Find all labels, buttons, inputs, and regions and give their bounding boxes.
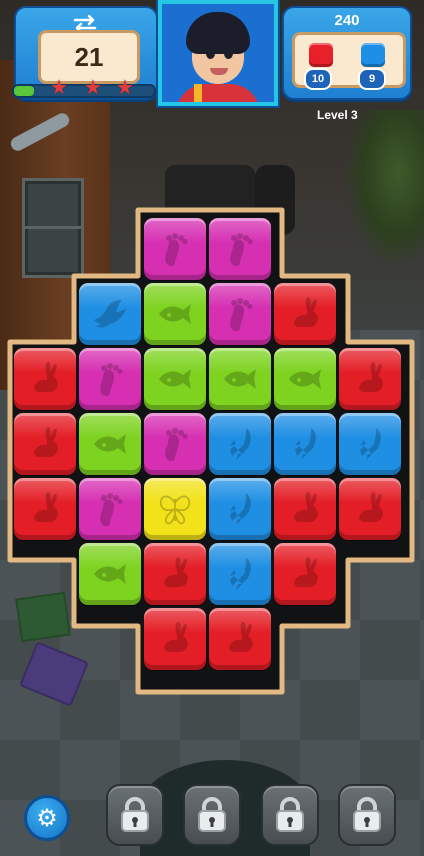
fish-icon	[159, 304, 191, 324]
rabbit-icon	[229, 622, 253, 652]
pink-footprint-tile[interactable]	[79, 348, 141, 410]
footprint-icon	[100, 363, 123, 397]
footprint-icon	[100, 493, 123, 527]
footprint-icon	[230, 298, 253, 332]
red-rabbit-tile[interactable]	[14, 478, 76, 540]
red-rabbit-tile[interactable]	[339, 348, 401, 410]
locked-booster-slot[interactable]	[261, 784, 319, 846]
green-fish-tile[interactable]	[79, 543, 141, 605]
padlock-icon	[198, 797, 226, 832]
settings-button[interactable]: ⚙	[24, 795, 70, 841]
rabbit-icon	[294, 492, 318, 522]
blue-rocket-tile[interactable]	[274, 413, 336, 475]
footprint-icon	[165, 233, 188, 267]
fish-icon	[94, 434, 126, 454]
rabbit-icon	[164, 557, 188, 587]
rocket-icon	[230, 493, 251, 525]
rabbit-icon	[34, 362, 58, 392]
butterfly-icon	[159, 495, 191, 525]
blue-bird-tile[interactable]	[79, 283, 141, 345]
green-fish-tile[interactable]	[274, 348, 336, 410]
rocket-icon	[360, 428, 381, 460]
rabbit-icon	[294, 557, 318, 587]
gear-icon: ⚙	[36, 804, 58, 832]
locked-booster-slot[interactable]	[106, 784, 164, 846]
red-rabbit-tile[interactable]	[14, 413, 76, 475]
green-fish-tile[interactable]	[209, 348, 271, 410]
rabbit-icon	[359, 362, 383, 392]
rabbit-icon	[164, 622, 188, 652]
bird-icon	[94, 300, 126, 328]
red-rabbit-tile[interactable]	[274, 543, 336, 605]
red-rabbit-tile[interactable]	[14, 348, 76, 410]
padlock-icon	[353, 797, 381, 832]
pink-footprint-tile[interactable]	[79, 478, 141, 540]
blue-rocket-tile[interactable]	[209, 543, 271, 605]
blue-rocket-tile[interactable]	[339, 413, 401, 475]
blue-rocket-tile[interactable]	[209, 478, 271, 540]
rabbit-icon	[294, 297, 318, 327]
footprint-icon	[230, 233, 253, 267]
rabbit-icon	[359, 492, 383, 522]
red-rabbit-tile[interactable]	[274, 478, 336, 540]
pink-footprint-tile[interactable]	[209, 283, 271, 345]
locked-booster-slot[interactable]	[338, 784, 396, 846]
rabbit-icon	[34, 427, 58, 457]
rocket-icon	[295, 428, 316, 460]
padlock-icon	[276, 797, 304, 832]
fish-icon	[159, 369, 191, 389]
fish-icon	[94, 564, 126, 584]
red-rabbit-tile[interactable]	[209, 608, 271, 670]
red-rabbit-tile[interactable]	[274, 283, 336, 345]
green-fish-tile[interactable]	[144, 348, 206, 410]
yellow-butterfly-tile[interactable]	[144, 478, 206, 540]
footprint-icon	[165, 428, 188, 462]
green-fish-tile[interactable]	[144, 283, 206, 345]
game-board	[0, 0, 424, 856]
padlock-icon	[121, 797, 149, 832]
pink-footprint-tile[interactable]	[209, 218, 271, 280]
rocket-icon	[230, 558, 251, 590]
blue-rocket-tile[interactable]	[209, 413, 271, 475]
rabbit-icon	[34, 492, 58, 522]
pink-footprint-tile[interactable]	[144, 413, 206, 475]
red-rabbit-tile[interactable]	[144, 543, 206, 605]
fish-icon	[289, 369, 321, 389]
locked-booster-slot[interactable]	[183, 784, 241, 846]
fish-icon	[224, 369, 256, 389]
red-rabbit-tile[interactable]	[144, 608, 206, 670]
rocket-icon	[230, 428, 251, 460]
pink-footprint-tile[interactable]	[144, 218, 206, 280]
red-rabbit-tile[interactable]	[339, 478, 401, 540]
green-fish-tile[interactable]	[79, 413, 141, 475]
